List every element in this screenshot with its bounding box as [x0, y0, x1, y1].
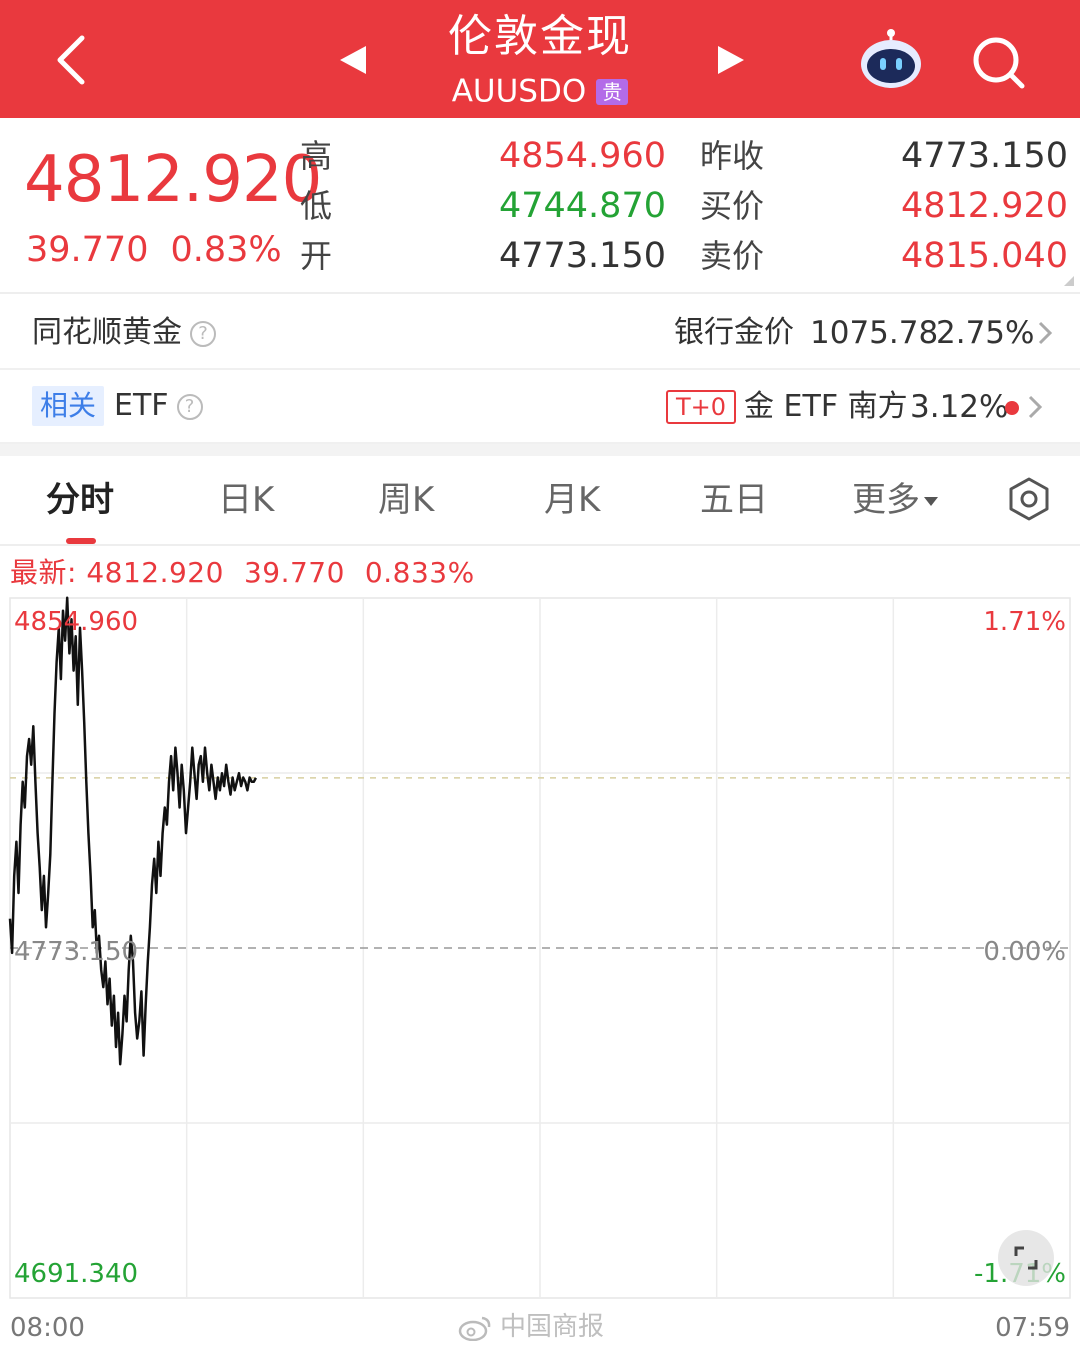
- assistant-robot-icon[interactable]: [858, 28, 924, 92]
- latest-quote-line: 最新: 4812.920 39.770 0.833%: [10, 556, 475, 590]
- precious-metal-badge: 贵: [596, 78, 629, 105]
- chevron-right-icon[interactable]: [1024, 392, 1046, 422]
- related-tag: 相关: [32, 386, 105, 426]
- etf-info-row[interactable]: 相关 ETF? T+0 金 ETF 南方 3.12%: [0, 370, 1080, 444]
- dropdown-arrow-icon: [924, 497, 938, 506]
- chart-settings-icon[interactable]: [1006, 476, 1052, 522]
- search-icon[interactable]: [968, 34, 1028, 92]
- instrument-code: AUUSDO 贵: [400, 70, 680, 112]
- page-title: 伦敦金现: [448, 11, 632, 62]
- bank-gold-label: 银行金价: [674, 315, 794, 350]
- high-label: 高: [300, 137, 333, 175]
- low-value: 4744.870: [498, 186, 666, 226]
- etf-row-label: 相关 ETF?: [32, 386, 203, 426]
- expand-corner-icon[interactable]: [1064, 276, 1074, 286]
- chevron-right-icon[interactable]: [1034, 318, 1056, 348]
- latest-price: 最新: 4812.920: [10, 556, 224, 589]
- prev-close-label: 昨收: [700, 137, 765, 175]
- etf-percent: 3.12%: [910, 389, 1009, 425]
- price-series-line: [8, 596, 258, 1066]
- tab-more-label: 更多: [852, 480, 920, 520]
- chart-tabs: 分时 日K 周K 月K 五日 更多: [0, 456, 1080, 546]
- tab-monthly-k[interactable]: 月K: [544, 478, 600, 522]
- change-value: 39.770: [26, 230, 149, 270]
- gold-info-row[interactable]: 同花顺黄金? 银行金价 1075.78 2.75%: [0, 296, 1080, 370]
- gold-label-text: 同花顺黄金: [32, 315, 182, 350]
- low-label: 低: [300, 187, 333, 225]
- previous-instrument-icon[interactable]: [338, 44, 368, 76]
- change-percent: 0.83%: [170, 230, 282, 270]
- active-tab-indicator: [66, 538, 96, 544]
- quote-panel: 4812.920 39.770 0.83% 高 低 开 4854.960 4744…: [0, 118, 1080, 294]
- tab-weekly-k[interactable]: 周K: [378, 478, 434, 522]
- x-axis-start-label: 08:00: [10, 1313, 85, 1343]
- ask-label: 卖价: [700, 237, 765, 275]
- open-label: 开: [300, 237, 333, 275]
- latest-change: 39.770: [243, 556, 345, 589]
- x-axis-end-label: 07:59: [995, 1313, 1070, 1343]
- fullscreen-button[interactable]: [998, 1230, 1054, 1286]
- tab-five-day[interactable]: 五日: [700, 478, 768, 522]
- watermark-text: 中国商报: [500, 1312, 605, 1342]
- help-icon[interactable]: ?: [190, 320, 216, 347]
- gold-row-label: 同花顺黄金?: [32, 314, 216, 352]
- watermark: 中国商报: [458, 1310, 604, 1344]
- y-axis-mid-label: 4773.150: [14, 937, 138, 967]
- prev-close-value: 4773.150: [900, 136, 1068, 176]
- next-instrument-icon[interactable]: [716, 44, 746, 76]
- pct-axis-mid-label: 0.00%: [983, 937, 1066, 967]
- tab-daily-k[interactable]: 日K: [218, 478, 274, 522]
- last-price: 4812.920: [24, 143, 322, 217]
- intraday-chart[interactable]: 4854.960 4773.150 4691.340 1.71% 0.00% -…: [0, 590, 1080, 1354]
- bank-gold-price: 1075.78: [810, 315, 939, 351]
- back-arrow-icon[interactable]: [48, 30, 92, 90]
- pct-axis-high-label: 1.71%: [983, 607, 1066, 637]
- help-icon[interactable]: ?: [176, 393, 203, 420]
- instrument-code-text: AUUSDO: [451, 73, 587, 110]
- status-dot-icon: [1005, 401, 1019, 415]
- ask-value: 4815.040: [900, 236, 1068, 276]
- latest-percent: 0.833%: [364, 556, 475, 589]
- fullscreen-icon: [1014, 1246, 1038, 1270]
- price-change: 39.770 0.83%: [26, 228, 282, 272]
- tab-more[interactable]: 更多: [852, 478, 938, 522]
- top-bar: 伦敦金现 AUUSDO 贵: [0, 0, 1080, 118]
- etf-label-text: ETF: [114, 388, 169, 423]
- bank-gold-percent: 2.75%: [936, 315, 1035, 351]
- etf-name: 金 ETF 南方: [744, 389, 908, 424]
- high-value: 4854.960: [498, 136, 666, 176]
- y-axis-low-label: 4691.340: [14, 1259, 138, 1289]
- bid-label: 买价: [700, 187, 765, 225]
- t0-tag: T+0: [666, 390, 737, 424]
- open-value: 4773.150: [498, 236, 666, 276]
- weibo-logo-icon: [458, 1316, 491, 1341]
- bid-value: 4812.920: [900, 186, 1068, 226]
- y-axis-high-label: 4854.960: [14, 607, 138, 637]
- section-divider: [0, 444, 1080, 456]
- tab-intraday[interactable]: 分时: [46, 478, 114, 522]
